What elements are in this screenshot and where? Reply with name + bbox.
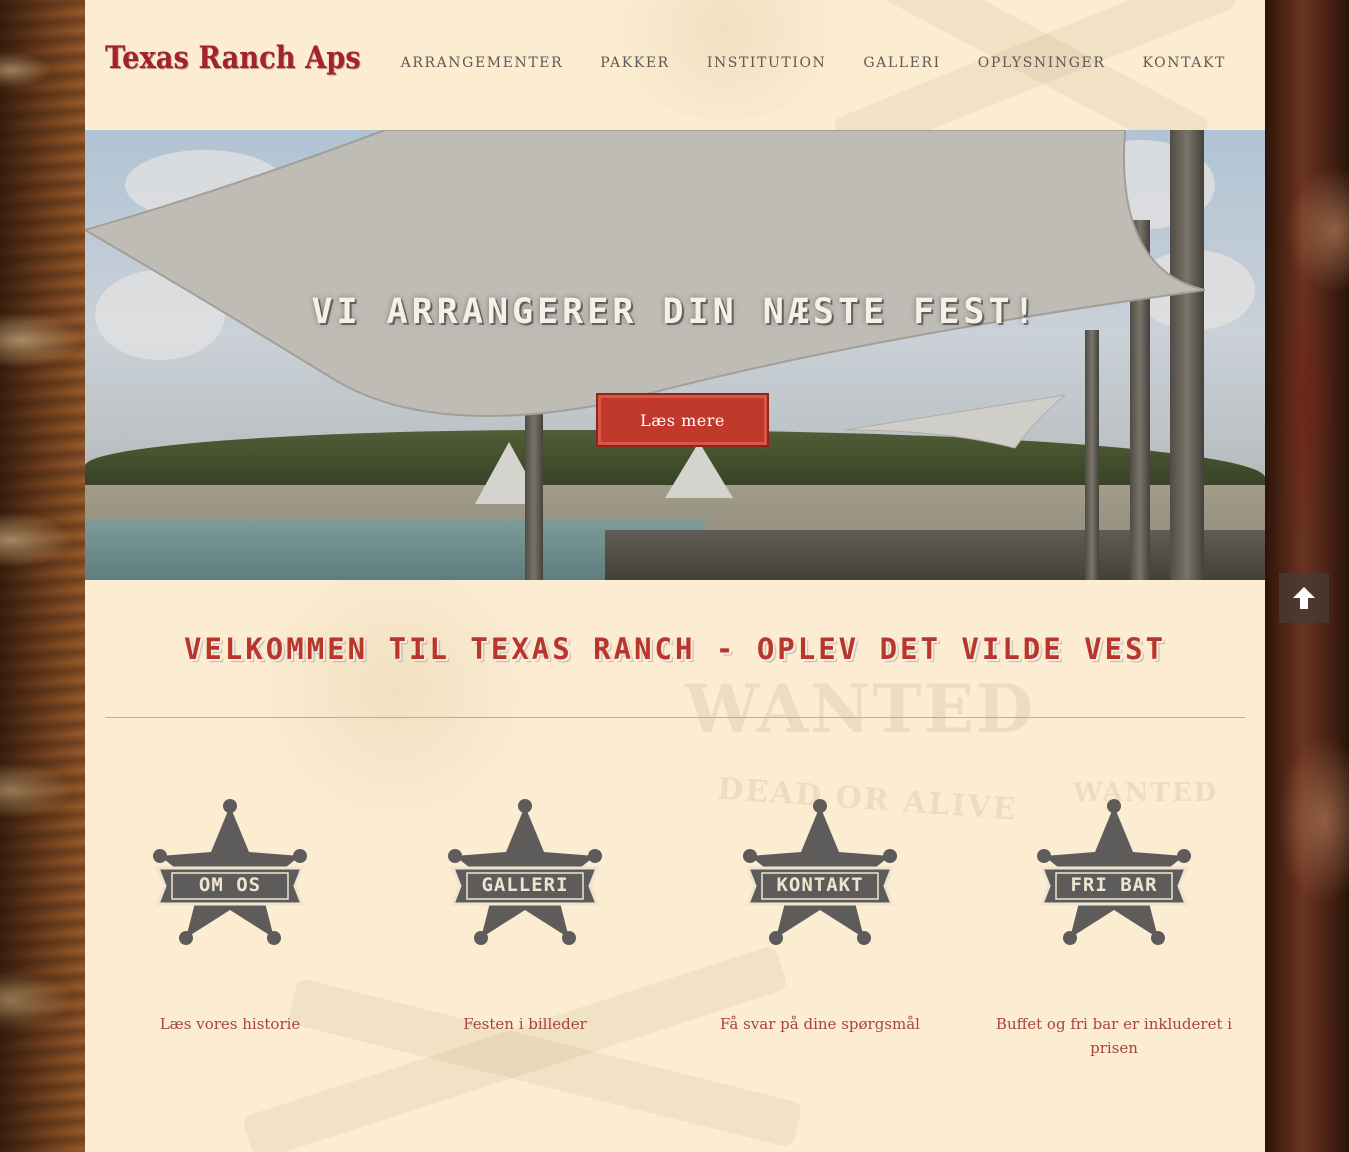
nav-item-kontakt[interactable]: KONTAKT [1143,55,1227,71]
hero-banner: VI ARRANGERER DIN NÆSTE FEST! Læs mere [85,130,1265,580]
sheriff-star-icon[interactable]: GALLERI [445,798,605,948]
site-logo[interactable]: Texas Ranch Aps [105,40,361,76]
sheriff-star-icon[interactable]: KONTAKT [740,798,900,948]
nav-item-arrangementer[interactable]: ARRANGEMENTER [401,55,564,71]
left-wood-background [0,0,85,1152]
nav-item-institution[interactable]: INSTITUTION [707,55,827,71]
scroll-to-top-button[interactable] [1279,573,1329,623]
nav-item-galleri[interactable]: GALLERI [863,55,940,71]
badge-caption: Buffet og fri bar er inkluderet i prisen [995,1015,1233,1057]
badge-om-os: OM OS Læs vores historie [105,798,355,1036]
hero-overlay [85,130,1265,580]
badge-galleri: GALLERI Festen i billeder [400,798,650,1036]
badge-label: OM OS [198,874,262,896]
badge-label: GALLERI [481,874,569,896]
badge-caption: Festen i billeder [463,1015,587,1033]
wanted-poster-text: WANTED [685,670,1036,748]
page-container: WANTED DEAD OR ALIVE WANTED Texas Ranch … [85,0,1265,1152]
badge-kontakt: KONTAKT Få svar på dine spørgsmål [695,798,945,1036]
section-divider [105,717,1245,718]
site-header: Texas Ranch Aps ARRANGEMENTER PAKKER INS… [85,0,1265,130]
nav-item-pakker[interactable]: PAKKER [600,55,670,71]
badge-label: FRI BAR [1070,874,1158,896]
badge-caption: Få svar på dine spørgsmål [720,1015,920,1033]
badge-caption: Læs vores historie [159,1015,301,1033]
welcome-heading: VELKOMMEN TIL TEXAS RANCH - OPLEV DET VI… [183,632,1167,666]
sheriff-star-icon[interactable]: OM OS [150,798,310,948]
arrow-up-icon [1293,587,1315,609]
coffee-stain-decoration [265,560,525,820]
hero-title: VI ARRANGERER DIN NÆSTE FEST! [311,292,1039,332]
badge-label: KONTAKT [776,874,864,896]
sheriff-star-icon[interactable]: FRI BAR [1034,798,1194,948]
main-nav: ARRANGEMENTER PAKKER INSTITUTION GALLERI… [364,55,1226,71]
nav-item-oplysninger[interactable]: OPLYSNINGER [978,55,1106,71]
read-more-button[interactable]: Læs mere [596,393,769,447]
badge-fri-bar: FRI BAR Buffet og fri bar er inkluderet … [989,798,1239,1060]
